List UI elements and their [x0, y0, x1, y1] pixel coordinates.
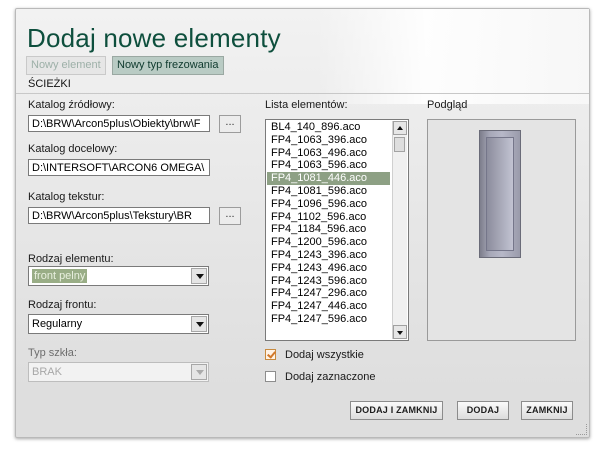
add-all-checkbox[interactable] [265, 349, 276, 360]
tab-new-milling-type[interactable]: Nowy typ frezowania [112, 56, 224, 75]
element-type-value: front pelny [32, 269, 88, 283]
list-item[interactable]: FP4_1247_596.aco [267, 313, 390, 326]
add-selected-label: Dodaj zaznaczone [285, 371, 376, 383]
elements-list-label: Lista elementów: [265, 99, 348, 111]
elements-list-items: BL4_140_896.aco FP4_1063_396.aco FP4_1063_… [267, 121, 390, 326]
front-type-select[interactable]: Regularny [28, 314, 209, 334]
list-scrollbar[interactable] [392, 121, 407, 339]
tab-new-element[interactable]: Nowy element [26, 56, 106, 75]
list-item[interactable]: FP4_1184_596.aco [267, 223, 390, 236]
scroll-down-arrow-icon[interactable] [393, 325, 407, 339]
list-item[interactable]: FP4_1247_296.aco [267, 287, 390, 300]
add-elements-dialog: Dodaj nowe elementy Nowy element Nowy ty… [15, 8, 590, 438]
list-item[interactable]: FP4_1243_496.aco [267, 262, 390, 275]
list-item[interactable]: FP4_1063_496.aco [267, 147, 390, 160]
element-type-select[interactable]: front pelny [28, 266, 209, 286]
list-item[interactable]: FP4_1247_446.aco [267, 300, 390, 313]
add-button[interactable]: DODAJ [457, 401, 509, 420]
list-item[interactable]: FP4_1081_596.aco [267, 185, 390, 198]
element-type-label: Rodzaj elementu: [28, 253, 114, 265]
texture-dir-label: Katalog tekstur: [28, 191, 105, 203]
preview-label: Podgląd [427, 99, 468, 111]
list-item[interactable]: FP4_1243_396.aco [267, 249, 390, 262]
chevron-down-icon [191, 364, 207, 380]
scroll-up-arrow-icon[interactable] [393, 121, 407, 135]
door-preview-image [479, 130, 521, 258]
list-item[interactable]: FP4_1063_596.aco [267, 159, 390, 172]
elements-list[interactable]: BL4_140_896.aco FP4_1063_396.aco FP4_1063_… [265, 119, 409, 341]
glass-type-select[interactable]: BRAK [28, 362, 209, 382]
glass-type-value: BRAK [32, 366, 62, 378]
add-and-close-button[interactable]: DODAJ I ZAMKNIJ [350, 401, 443, 420]
preview-panel [427, 119, 576, 341]
texture-browse-button[interactable]: ... [219, 207, 241, 225]
door-panel-inset [486, 137, 514, 251]
front-type-label: Rodzaj frontu: [28, 299, 97, 311]
add-selected-checkbox[interactable] [265, 371, 276, 382]
texture-dir-field[interactable]: D:\BRW\Arcon5plus\Tekstury\BR [28, 207, 210, 224]
chevron-down-icon[interactable] [191, 268, 207, 284]
dialog-title: Dodaj nowe elementy [27, 23, 281, 53]
list-item[interactable]: FP4_1081_446.aco [267, 172, 390, 185]
target-dir-field[interactable]: D:\INTERSOFT\ARCON6 OMEGA\ [28, 159, 210, 176]
list-item[interactable]: FP4_1243_596.aco [267, 275, 390, 288]
add-all-label: Dodaj wszystkie [285, 349, 364, 361]
resize-grip[interactable] [576, 424, 587, 435]
list-item[interactable]: FP4_1102_596.aco [267, 211, 390, 224]
source-dir-field[interactable]: D:\BRW\Arcon5plus\Obiekty\brw\F [28, 115, 210, 132]
close-button[interactable]: ZAMKNIJ [521, 401, 573, 420]
target-dir-label: Katalog docelowy: [28, 143, 118, 155]
list-item[interactable]: FP4_1096_596.aco [267, 198, 390, 211]
section-paths-label: ŚCIEŻKI [28, 78, 71, 90]
scroll-thumb[interactable] [394, 137, 405, 152]
source-dir-label: Katalog źródłowy: [28, 99, 115, 111]
list-item[interactable]: FP4_1063_396.aco [267, 134, 390, 147]
chevron-down-icon[interactable] [191, 316, 207, 332]
list-item[interactable]: BL4_140_896.aco [267, 121, 390, 134]
source-browse-button[interactable]: ... [219, 115, 241, 133]
list-item[interactable]: FP4_1200_596.aco [267, 236, 390, 249]
front-type-value: Regularny [32, 318, 83, 330]
glass-type-label: Typ szkła: [28, 347, 77, 359]
